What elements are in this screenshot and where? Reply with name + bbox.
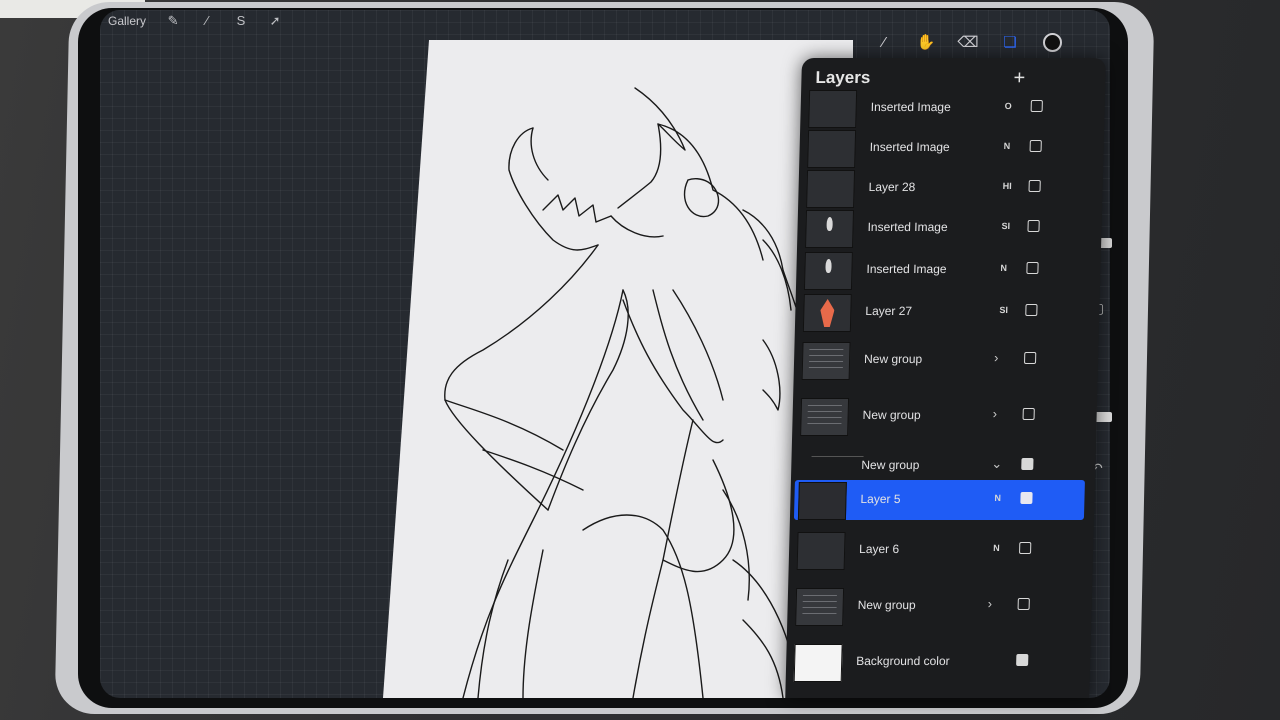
visibility-checkbox[interactable] <box>1017 598 1030 610</box>
drawing-canvas[interactable] <box>383 40 853 698</box>
brush-icon[interactable]: ⁄ <box>872 30 896 54</box>
blend-mode-label[interactable]: N <box>1000 263 1007 273</box>
layer-thumbnail <box>796 532 846 570</box>
top-toolbar-left: Gallery ✎ ⁄ S ➚ <box>108 14 282 29</box>
layer-row[interactable]: Inserted Image N <box>803 128 1094 168</box>
wrench-icon[interactable]: ✎ <box>166 14 180 28</box>
layer-row[interactable]: New group › <box>796 396 1087 436</box>
layer-thumbnail <box>795 588 845 626</box>
layer-thumbnail <box>800 398 850 436</box>
layer-name: Layer 5 <box>860 492 901 506</box>
add-layer-button[interactable]: + <box>1013 67 1025 89</box>
group-divider <box>811 456 864 457</box>
layer-thumbnail <box>807 130 857 168</box>
layer-name: New group <box>861 458 920 472</box>
blend-mode-label[interactable]: N <box>994 493 1001 503</box>
layer-name: Inserted Image <box>869 140 950 154</box>
layer-name: Inserted Image <box>870 100 951 114</box>
layer-row[interactable]: Inserted Image SI <box>801 208 1092 248</box>
layer-thumbnail <box>797 482 847 520</box>
layers-icon[interactable]: ❏ <box>998 30 1022 54</box>
gallery-button[interactable]: Gallery <box>108 14 146 28</box>
blend-mode-label[interactable]: SI <box>999 305 1008 315</box>
layer-name: Layer 27 <box>865 304 913 318</box>
photo-scene: Gallery ✎ ⁄ S ➚ ⁄ ✋ ⌫ ❏ ↶ Layers + Inser… <box>0 0 1280 720</box>
visibility-checkbox[interactable] <box>1022 408 1035 420</box>
layer-name: New group <box>857 598 916 612</box>
blend-mode-label[interactable]: N <box>1004 141 1011 151</box>
visibility-checkbox[interactable] <box>1025 304 1038 316</box>
blend-mode-label[interactable]: N <box>993 543 1000 553</box>
layer-thumbnail <box>808 90 858 128</box>
visibility-checkbox[interactable] <box>1016 654 1029 666</box>
layers-title: Layers <box>815 68 871 87</box>
blend-mode-label[interactable]: SI <box>1001 221 1010 231</box>
group-expand-icon[interactable]: ⌄ <box>991 456 1002 472</box>
color-swatch-icon[interactable] <box>1040 30 1064 54</box>
visibility-checkbox[interactable] <box>1028 180 1041 192</box>
group-expand-icon[interactable]: › <box>988 596 993 611</box>
layer-row[interactable]: Layer 28 HI <box>802 168 1093 208</box>
layer-row[interactable]: Inserted Image O <box>804 88 1095 128</box>
layer-name: Layer 6 <box>858 542 900 556</box>
visibility-checkbox[interactable] <box>1026 262 1039 274</box>
visibility-checkbox[interactable] <box>1021 458 1034 470</box>
visibility-checkbox[interactable] <box>1030 100 1043 112</box>
layer-name: Inserted Image <box>867 220 948 234</box>
layer-row[interactable]: New group › <box>798 340 1089 380</box>
layer-thumbnail <box>803 252 853 290</box>
selection-s-icon[interactable]: S <box>234 14 248 28</box>
layer-thumbnail <box>801 342 851 380</box>
magic-wand-icon[interactable]: ⁄ <box>200 14 214 28</box>
top-toolbar-right: ⁄ ✋ ⌫ ❏ <box>872 28 1087 56</box>
layer-name: Layer 28 <box>868 180 916 194</box>
layer-row[interactable]: Inserted Image N <box>800 250 1091 290</box>
visibility-checkbox[interactable] <box>1020 492 1033 504</box>
eraser-icon[interactable]: ⌫ <box>956 30 980 54</box>
visibility-checkbox[interactable] <box>1027 220 1040 232</box>
visibility-checkbox[interactable] <box>1023 352 1037 364</box>
blend-mode-label[interactable]: HI <box>1003 181 1012 191</box>
group-expand-icon[interactable]: › <box>994 350 999 365</box>
smudge-icon[interactable]: ✋ <box>914 30 938 54</box>
blend-mode-label[interactable]: O <box>1005 101 1012 111</box>
layer-row[interactable]: Background color <box>790 642 1081 682</box>
visibility-checkbox[interactable] <box>1029 140 1042 152</box>
layer-thumbnail <box>793 644 843 682</box>
layer-name: New group <box>862 408 921 422</box>
layer-thumbnail <box>802 294 852 332</box>
layers-panel: Layers + Inserted Image O Inserted Image N L… <box>785 58 1106 698</box>
layer-name: Background color <box>856 654 950 668</box>
layer-row[interactable]: New group › <box>791 586 1082 626</box>
layer-row[interactable]: Layer 5 N <box>793 480 1085 520</box>
group-expand-icon[interactable]: › <box>992 406 997 421</box>
layer-row[interactable]: Layer 27 SI <box>799 292 1090 332</box>
visibility-checkbox[interactable] <box>1019 542 1032 554</box>
layer-thumbnail <box>806 170 856 208</box>
layer-thumbnail <box>805 210 855 248</box>
layer-name: New group <box>863 352 923 366</box>
transform-arrow-icon[interactable]: ➚ <box>268 14 282 28</box>
layer-name: Inserted Image <box>866 262 947 276</box>
layer-row[interactable]: Layer 6 N <box>793 530 1084 570</box>
dragon-line-art <box>444 87 824 698</box>
